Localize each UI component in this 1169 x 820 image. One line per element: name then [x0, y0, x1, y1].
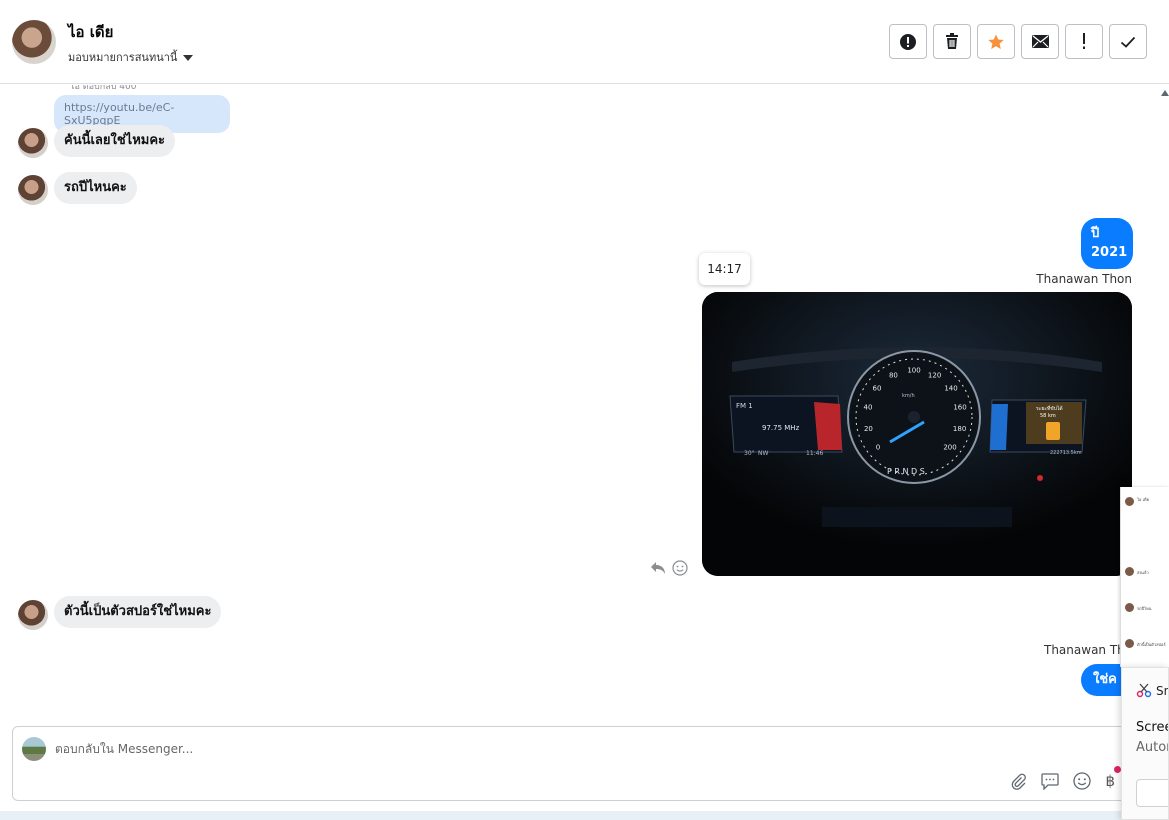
mark-unread-button[interactable] [1021, 24, 1059, 59]
gear-selector: P R N D S [887, 467, 925, 476]
speed-tick-label: 180 [953, 425, 966, 433]
composer-tools: ฿ [1009, 766, 1121, 790]
dashboard-photo[interactable]: FM 1 97.75 MHz 30° NW 11:46 km/h 0 20 40 60… [702, 292, 1132, 576]
toast-action-button[interactable] [1136, 779, 1168, 807]
reply-preview-label: ไอ ตอบกลับ 400 [70, 85, 137, 92]
toast-app-name: Sn [1156, 684, 1168, 698]
caret-down-icon [183, 54, 194, 61]
speed-tick-label: 140 [944, 385, 957, 393]
message-thread[interactable]: ไอ ตอบกลับ 400 https://youtu.be/eC-SxU5p… [0, 85, 1160, 717]
mark-spam-button[interactable] [889, 24, 927, 59]
radio-frequency: 97.75 MHz [762, 424, 800, 432]
scroll-up-arrow-icon[interactable] [1161, 90, 1169, 96]
sender-name: Thanawan Thon [1036, 272, 1132, 286]
emoji-icon[interactable] [1073, 772, 1092, 790]
sender-avatar[interactable] [18, 128, 48, 158]
outside-temperature: 30° [744, 450, 755, 457]
outgoing-message[interactable]: ปี 2021 [1081, 218, 1133, 269]
incoming-message[interactable]: รถปีไหนคะ [54, 172, 137, 204]
replied-link-text[interactable]: https://youtu.be/eC-SxU5pqpE [64, 101, 174, 127]
incoming-message[interactable]: คันนี้เลยใช่ไหมคะ [54, 125, 176, 157]
snipping-tool-toast[interactable]: Sn Scree Autor [1121, 667, 1169, 820]
outgoing-line: 2021 [1091, 245, 1128, 260]
speed-tick-label: 60 [873, 385, 882, 393]
paperclip-icon[interactable] [1009, 772, 1027, 790]
speed-tick-label: 0 [876, 444, 880, 452]
assign-label: มอบหมายการสนทนานี้ [68, 51, 178, 64]
radio-band: FM 1 [736, 402, 753, 410]
range-value: 58 km [1040, 413, 1056, 419]
mini-avatar [1125, 603, 1134, 612]
baht-symbol: ฿ [1105, 772, 1115, 790]
mini-row-text: ส่งแล้ว [1137, 570, 1149, 575]
timestamp-tooltip: 14:17 [699, 253, 750, 285]
dash-clock: 11:46 [806, 450, 823, 457]
baht-icon[interactable]: ฿ [1105, 766, 1121, 790]
envelope-icon [1031, 35, 1049, 48]
speed-tick-label: 80 [889, 371, 898, 379]
emoji-react-icon[interactable] [672, 560, 688, 580]
conversation-header: ไอ เดีย มอบหมายการสนทนานี้ [0, 0, 1169, 84]
speed-tick-label: 160 [953, 404, 966, 412]
message-composer: ฿ [12, 726, 1152, 801]
sender-avatar[interactable] [18, 600, 48, 630]
star-button[interactable] [977, 24, 1015, 59]
odometer: 222713.5km [1050, 450, 1082, 456]
mini-avatar [1125, 639, 1134, 648]
reply-input[interactable] [55, 737, 955, 761]
toast-subtitle: Autor [1136, 740, 1169, 755]
speed-tick-label: 200 [943, 444, 956, 452]
range-label: ระยะที่ขับได้ [1036, 405, 1063, 412]
trash-icon [944, 33, 960, 50]
speed-tick-label: 20 [864, 425, 873, 433]
sender-avatar[interactable] [18, 175, 48, 205]
contact-name[interactable]: ไอ เดีย [68, 20, 113, 44]
dashboard-photo-graphic: FM 1 97.75 MHz 30° NW 11:46 km/h 0 20 40 60… [702, 292, 1132, 576]
speed-tick-label: 40 [864, 404, 873, 412]
assign-conversation-dropdown[interactable]: มอบหมายการสนทนานี้ [68, 48, 194, 66]
mark-done-button[interactable] [1109, 24, 1147, 59]
mini-avatar [1125, 567, 1134, 576]
follow-up-button[interactable] [1065, 24, 1103, 59]
mini-row-text: ตัวนี้เป็นตัวสปอร์ [1137, 642, 1166, 647]
speed-tick-label: 100 [907, 367, 920, 375]
speed-tick-label: 120 [928, 371, 941, 379]
sender-name: Thanawan Tho [1044, 643, 1133, 657]
compass-heading: NW [758, 450, 768, 457]
incoming-message[interactable]: ตัวนี้เป็นตัวสปอร์ใช่ไหมคะ [54, 596, 222, 628]
speech-bubble-icon[interactable] [1041, 772, 1060, 790]
star-icon [987, 33, 1005, 51]
page-avatar [22, 737, 46, 761]
check-icon [1120, 36, 1136, 48]
delete-button[interactable] [933, 24, 971, 59]
mini-avatar [1125, 497, 1134, 506]
reply-icon[interactable] [650, 560, 666, 580]
snipping-tool-icon [1136, 682, 1152, 702]
mini-row-text: ไอ เดีย [1137, 497, 1149, 502]
speed-unit: km/h [902, 393, 915, 399]
conversation-preview-panel[interactable]: ไอ เดีย ส่งแล้ว รถปีไหน ตัวนี้เป็นตัวสปอ… [1120, 487, 1169, 667]
message-tools [650, 560, 688, 580]
contact-avatar[interactable] [12, 20, 56, 64]
header-actions [889, 24, 1147, 59]
window-bottom-strip [0, 811, 1169, 820]
toast-title: Scree [1136, 720, 1169, 735]
exclamation-icon [1081, 33, 1087, 50]
mini-row-text: รถปีไหน [1137, 606, 1152, 611]
alert-circle-icon [899, 33, 917, 51]
notification-dot [1114, 766, 1121, 773]
outgoing-line: ปี [1091, 226, 1100, 241]
